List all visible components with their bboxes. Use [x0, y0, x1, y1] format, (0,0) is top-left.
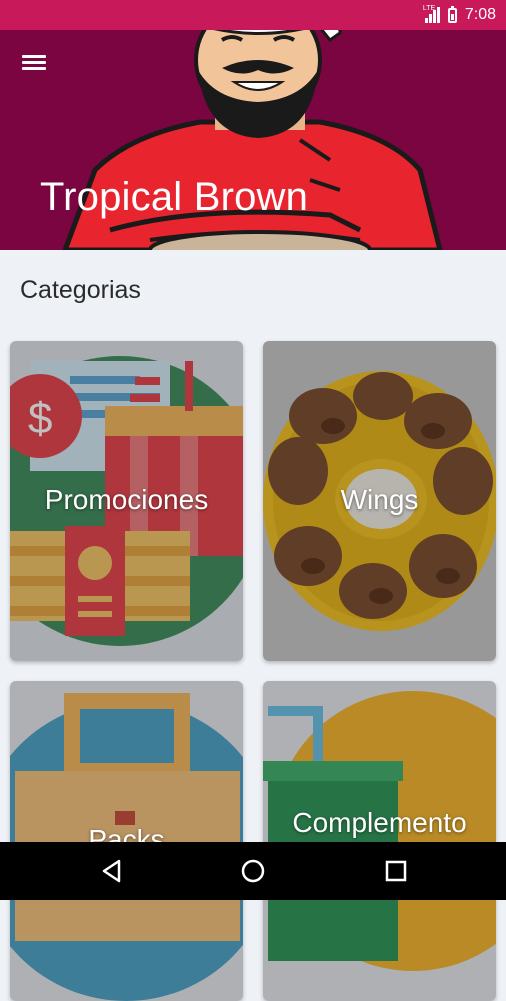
- status-bar: LTE 7:08: [0, 0, 506, 30]
- restaurant-title: Tropical Brown: [40, 175, 309, 219]
- category-label: Complemento: [292, 807, 467, 838]
- category-card-complemento[interactable]: Complemento: [263, 681, 496, 1001]
- home-circle-icon[interactable]: [238, 856, 268, 886]
- signal-icon: LTE: [422, 5, 440, 23]
- status-time: 7:08: [464, 6, 496, 23]
- recents-square-icon[interactable]: [381, 856, 411, 886]
- category-card-wings[interactable]: Wings: [263, 341, 496, 661]
- back-triangle-icon[interactable]: [97, 856, 127, 886]
- system-nav-bar: [0, 842, 506, 900]
- category-card-promociones[interactable]: $ Promociones: [10, 341, 243, 661]
- category-label: Wings: [340, 484, 419, 515]
- hero-header: Tropical Brown: [0, 30, 506, 250]
- category-label: Promociones: [44, 484, 209, 515]
- menu-button[interactable]: [20, 52, 48, 76]
- hamburger-menu-icon: [22, 55, 46, 58]
- network-type: LTE: [422, 5, 436, 12]
- status-icons: LTE 7:08: [422, 0, 496, 30]
- category-card-packs[interactable]: Packs: [10, 681, 243, 1001]
- section-title: Categorias: [20, 276, 141, 304]
- battery-icon: [447, 5, 457, 23]
